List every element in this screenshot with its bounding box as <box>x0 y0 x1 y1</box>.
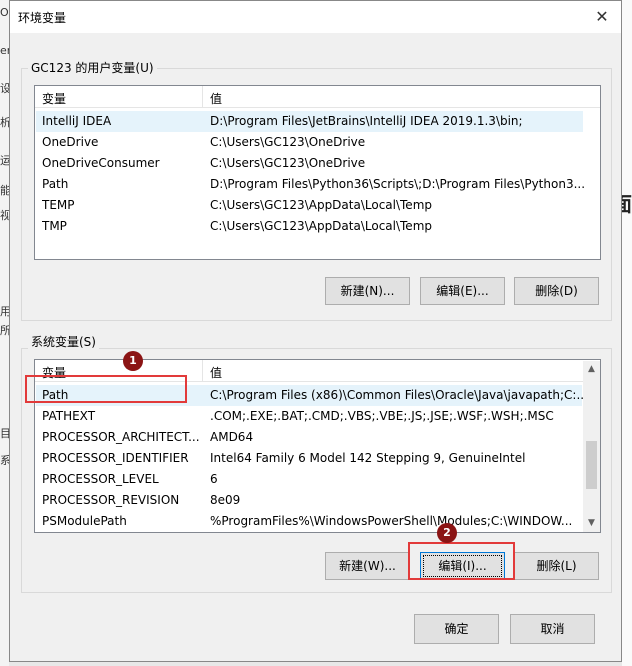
table-row[interactable]: TMP C:\Users\GC123\AppData\Local\Temp <box>36 216 583 237</box>
bg-fragment: 视 <box>0 209 9 222</box>
var-value: C:\Users\GC123\AppData\Local\Temp <box>210 219 432 233</box>
system-delete-button[interactable]: 删除(L) <box>514 552 599 580</box>
bg-fragment: 目 <box>0 427 9 440</box>
var-value: C:\Users\GC123\OneDrive <box>210 156 366 170</box>
background-window-bottom <box>9 662 622 666</box>
var-value: C:\Users\GC123\OneDrive <box>210 135 366 149</box>
table-row[interactable]: OneDriveConsumer C:\Users\GC123\OneDrive <box>36 153 583 174</box>
bg-fragment: 设 <box>0 82 9 95</box>
table-row[interactable]: PROCESSOR_ARCHITECT... AMD64 <box>36 427 582 448</box>
close-icon: ✕ <box>595 7 609 26</box>
table-row[interactable]: OneDrive C:\Users\GC123\OneDrive <box>36 132 583 153</box>
bg-fragment: er <box>0 44 9 57</box>
close-button[interactable]: ✕ <box>589 4 615 30</box>
bg-fragment: 析 <box>0 116 9 129</box>
var-value: D:\Program Files\JetBrains\IntelliJ IDEA… <box>210 114 523 128</box>
scroll-thumb[interactable] <box>586 441 597 489</box>
user-new-button[interactable]: 新建(N)... <box>325 277 410 305</box>
background-window-right: 面 <box>612 0 632 666</box>
table-row[interactable]: PSModulePath %ProgramFiles%\WindowsPower… <box>36 511 582 532</box>
var-value: C:\Program Files (x86)\Common Files\Orac… <box>210 388 588 402</box>
background-window-left: O er 设 析 运 能 视 用 所 目 系 <box>0 0 9 666</box>
bg-fragment: 系 <box>0 454 9 467</box>
table-row[interactable]: PROCESSOR_LEVEL 6 <box>36 469 582 490</box>
var-value: 6 <box>210 472 218 486</box>
system-new-button[interactable]: 新建(W)... <box>325 552 410 580</box>
table-row[interactable]: IntelliJ IDEA D:\Program Files\JetBrains… <box>36 111 583 132</box>
scroll-up-icon[interactable]: ▲ <box>583 361 600 378</box>
bg-fragment: 运 <box>0 154 9 167</box>
table-row[interactable]: Path D:\Program Files\Python36\Scripts\;… <box>36 174 586 195</box>
system-vars-group-label: 系统变量(S) <box>28 333 99 350</box>
bg-fragment: O <box>0 6 9 19</box>
var-value: C:\Users\GC123\AppData\Local\Temp <box>210 198 432 212</box>
scroll-down-icon[interactable]: ▼ <box>583 515 600 532</box>
var-value: 8e09 <box>210 493 241 507</box>
ok-button[interactable]: 确定 <box>414 614 499 644</box>
user-vars-group-label: GC123 的用户变量(U) <box>28 59 157 76</box>
bg-fragment: 能 <box>0 184 9 197</box>
table-row[interactable]: TEMP C:\Users\GC123\AppData\Local\Temp <box>36 195 583 216</box>
var-name: PROCESSOR_IDENTIFIER <box>42 451 189 465</box>
highlight-edit-button <box>408 542 515 580</box>
title-bar: 环境变量 ✕ <box>10 1 621 33</box>
bg-fragment: 用 <box>0 305 9 318</box>
var-name: PATHEXT <box>42 409 96 423</box>
var-name: Path <box>42 177 69 191</box>
var-name: OneDriveConsumer <box>42 156 160 170</box>
user-vars-header: 变量 值 <box>35 86 600 108</box>
user-delete-button[interactable]: 删除(D) <box>514 277 599 305</box>
var-value: AMD64 <box>210 430 254 444</box>
table-row[interactable]: PROCESSOR_REVISION 8e09 <box>36 490 582 511</box>
user-edit-button[interactable]: 编辑(E)... <box>420 277 505 305</box>
step-badge-2: 2 <box>437 523 457 543</box>
var-value: D:\Program Files\Python36\Scripts\;D:\Pr… <box>210 177 586 191</box>
var-name: PROCESSOR_ARCHITECT... <box>42 430 200 444</box>
user-vars-list[interactable]: 变量 值 IntelliJ IDEA D:\Program Files\JetB… <box>34 85 601 260</box>
system-vars-scrollbar[interactable]: ▲ ▼ <box>583 361 600 532</box>
bg-fragment: 所 <box>0 324 9 337</box>
cancel-button[interactable]: 取消 <box>510 614 595 644</box>
var-name: PROCESSOR_REVISION <box>42 493 180 507</box>
var-value: Intel64 Family 6 Model 142 Stepping 9, G… <box>210 451 526 465</box>
var-name: OneDrive <box>42 135 99 149</box>
var-name: PSModulePath <box>42 514 127 528</box>
step-badge-1: 1 <box>123 351 143 371</box>
table-row[interactable]: PATHEXT .COM;.EXE;.BAT;.CMD;.VBS;.VBE;.J… <box>36 406 582 427</box>
column-header-value[interactable]: 值 <box>210 90 222 107</box>
var-name: TEMP <box>42 198 75 212</box>
var-value: .COM;.EXE;.BAT;.CMD;.VBS;.VBE;.JS;.JSE;.… <box>210 409 554 423</box>
var-name: IntelliJ IDEA <box>42 114 112 128</box>
dialog-title: 环境变量 <box>18 11 67 25</box>
highlight-path-row <box>25 375 187 403</box>
var-name: PROCESSOR_LEVEL <box>42 472 159 486</box>
table-row[interactable]: PROCESSOR_IDENTIFIER Intel64 Family 6 Mo… <box>36 448 582 469</box>
column-header-name[interactable]: 变量 <box>42 90 66 107</box>
var-name: TMP <box>42 219 67 233</box>
var-value: %ProgramFiles%\WindowsPowerShell\Modules… <box>210 514 573 528</box>
env-vars-dialog: 环境变量 ✕ GC123 的用户变量(U) 变量 值 IntelliJ IDEA… <box>9 0 622 662</box>
column-header-value[interactable]: 值 <box>210 364 222 381</box>
